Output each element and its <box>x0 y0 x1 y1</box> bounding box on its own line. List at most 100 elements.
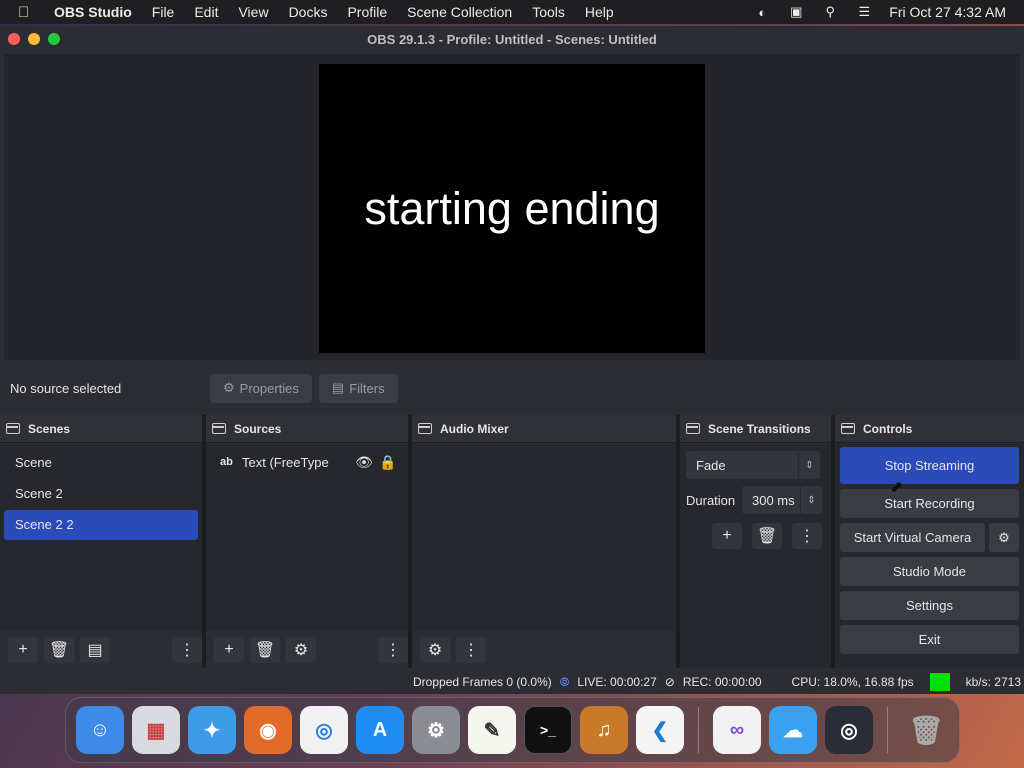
settings-button[interactable]: Settings <box>840 591 1019 620</box>
add-transition-button[interactable]: + <box>712 523 742 549</box>
sources-title: Sources <box>234 421 282 436</box>
scenes-toolbar: + 🗑 ▤ ⋮ <box>0 631 202 668</box>
audio-mixer-title: Audio Mixer <box>440 421 509 436</box>
start-virtual-camera-button[interactable]: Start Virtual Camera <box>840 523 985 552</box>
sources-header[interactable]: Sources <box>206 415 408 443</box>
add-scene-button[interactable]: + <box>8 636 38 663</box>
audio-mixer-list: ⚙ ⋮ <box>412 444 676 668</box>
scenes-header[interactable]: Scenes <box>0 415 202 443</box>
controls-title: Controls <box>863 421 913 436</box>
menu-docks[interactable]: Docks <box>289 4 328 20</box>
scene-filters-button[interactable]: ▤ <box>80 636 110 663</box>
textedit-icon[interactable]: ✎ <box>468 706 516 754</box>
firefox-icon[interactable]: ◉ <box>244 706 292 754</box>
scene-item[interactable]: Scene 2 <box>4 479 198 509</box>
safari-icon[interactable]: ✦ <box>188 706 236 754</box>
audio-mixer-dock: Audio Mixer ⚙ ⋮ <box>412 415 680 668</box>
studio-mode-button[interactable]: Studio Mode <box>840 557 1019 586</box>
terminal-icon[interactable]: >_ <box>524 706 572 754</box>
apple-icon[interactable]:  <box>18 4 36 21</box>
scene-transitions-dock: Scene Transitions Fade ⇕ Duration 300 ms… <box>680 415 835 668</box>
menu-profile[interactable]: Profile <box>347 4 387 20</box>
dock-separator <box>887 707 888 753</box>
source-name: Text (FreeType <box>242 454 329 470</box>
statusbar: Dropped Frames 0 (0.0%) ⦾ LIVE: 00:00:27… <box>0 670 1024 694</box>
obs-icon[interactable]: ◎ <box>825 706 873 754</box>
menu-edit[interactable]: Edit <box>194 4 218 20</box>
lock-icon[interactable]: 🔒 <box>376 454 400 471</box>
stop-streaming-button[interactable]: Stop Streaming <box>840 447 1019 484</box>
selected-source-label: No source selected <box>10 380 122 396</box>
vscode-icon[interactable]: ❮ <box>636 706 684 754</box>
transition-more-button[interactable]: ⋮ <box>792 523 822 549</box>
scenes-more-button[interactable]: ⋮ <box>172 636 202 663</box>
app-menu[interactable]: OBS Studio <box>54 4 132 20</box>
source-toolbar: No source selected ⚙ Properties ▤ Filter… <box>0 366 1024 410</box>
audio-more-button[interactable]: ⋮ <box>456 636 486 663</box>
remove-transition-button[interactable]: 🗑 <box>752 523 782 549</box>
preview-text: starting ending <box>364 182 660 234</box>
menu-scene-collection[interactable]: Scene Collection <box>407 4 512 20</box>
controls-dock: Controls Stop Streaming Start Recording … <box>835 415 1024 668</box>
menu-tools[interactable]: Tools <box>532 4 565 20</box>
gear-icon: ⚙ <box>223 380 235 395</box>
start-recording-button[interactable]: Start Recording <box>840 489 1019 518</box>
scene-item-selected[interactable]: Scene 2 2 <box>4 510 198 540</box>
trash-icon[interactable]: 🗑 <box>902 706 950 754</box>
controls-header[interactable]: Controls <box>835 415 1024 443</box>
filters-button[interactable]: ▤ Filters <box>318 373 398 403</box>
eye-icon[interactable]: 👁 <box>352 454 376 471</box>
menu-help[interactable]: Help <box>585 4 614 20</box>
stream-health-indicator <box>929 673 950 691</box>
mouse-cursor-icon: ⬈ <box>890 479 904 496</box>
record-off-icon: ⊘ <box>664 675 675 689</box>
obs-window: OBS 29.1.3 - Profile: Untitled - Scenes:… <box>0 26 1024 694</box>
broadcast-icon: ⦾ <box>559 674 570 689</box>
search-icon[interactable]: ⚲ <box>821 4 839 19</box>
exit-button[interactable]: Exit <box>840 625 1019 654</box>
preview-canvas[interactable]: starting ending <box>319 64 705 353</box>
virtual-camera-settings-button[interactable]: ⚙ <box>989 523 1019 552</box>
remove-scene-button[interactable]: 🗑 <box>44 636 74 663</box>
properties-label: Properties <box>239 380 299 396</box>
audio-mixer-header[interactable]: Audio Mixer <box>412 415 676 443</box>
minimize-window-button[interactable] <box>28 33 40 45</box>
controls-body: Stop Streaming Start Recording Start Vir… <box>835 444 1024 668</box>
properties-button[interactable]: ⚙ Properties <box>210 373 312 403</box>
preview-area: starting ending <box>4 54 1020 360</box>
source-properties-button[interactable]: ⚙ <box>286 636 316 663</box>
source-item[interactable]: ab Text (FreeType 👁 🔒 <box>206 447 408 477</box>
add-source-button[interactable]: + <box>214 636 244 663</box>
maximize-window-button[interactable] <box>48 33 60 45</box>
obs-tray-icon[interactable]: ◐ <box>753 5 771 20</box>
transition-selected-value: Fade <box>696 457 726 473</box>
chrome-icon[interactable]: ◎ <box>300 706 348 754</box>
garageband-icon[interactable]: ♫ <box>580 706 628 754</box>
window-titlebar: OBS 29.1.3 - Profile: Untitled - Scenes:… <box>0 26 1024 52</box>
menubar-clock[interactable]: Fri Oct 27 4:32 AM <box>889 4 1006 20</box>
window-controls <box>8 33 60 45</box>
finder-icon[interactable]: ☺ <box>76 706 124 754</box>
menu-file[interactable]: File <box>152 4 175 20</box>
advanced-audio-button[interactable]: ⚙ <box>420 636 450 663</box>
screen-mirror-icon[interactable]: ▣ <box>787 4 805 19</box>
weather-icon[interactable]: ☁ <box>769 706 817 754</box>
window-title: OBS 29.1.3 - Profile: Untitled - Scenes:… <box>367 31 657 47</box>
transition-select[interactable]: Fade ⇕ <box>686 451 820 479</box>
menu-view[interactable]: View <box>238 4 268 20</box>
duration-spinbox[interactable]: 300 ms ⇕ <box>742 486 822 514</box>
close-window-button[interactable] <box>8 33 20 45</box>
stepper-icon[interactable]: ⇕ <box>800 486 822 514</box>
system-settings-icon[interactable]: ⚙ <box>412 706 460 754</box>
scene-transitions-header[interactable]: Scene Transitions <box>680 415 831 443</box>
audio-mixer-toolbar: ⚙ ⋮ <box>412 631 676 668</box>
app-store-icon[interactable]: A <box>356 706 404 754</box>
scene-item[interactable]: Scene <box>4 448 198 478</box>
visual-studio-icon[interactable]: ∞ <box>713 706 761 754</box>
scenes-dock: Scenes Scene Scene 2 Scene 2 2 + 🗑 ▤ ⋮ <box>0 415 206 668</box>
dock-window-icon <box>6 423 20 434</box>
sources-more-button[interactable]: ⋮ <box>378 636 408 663</box>
launchpad-icon[interactable]: ▦ <box>132 706 180 754</box>
control-center-icon[interactable]: ☰ <box>855 4 873 19</box>
remove-source-button[interactable]: 🗑 <box>250 636 280 663</box>
